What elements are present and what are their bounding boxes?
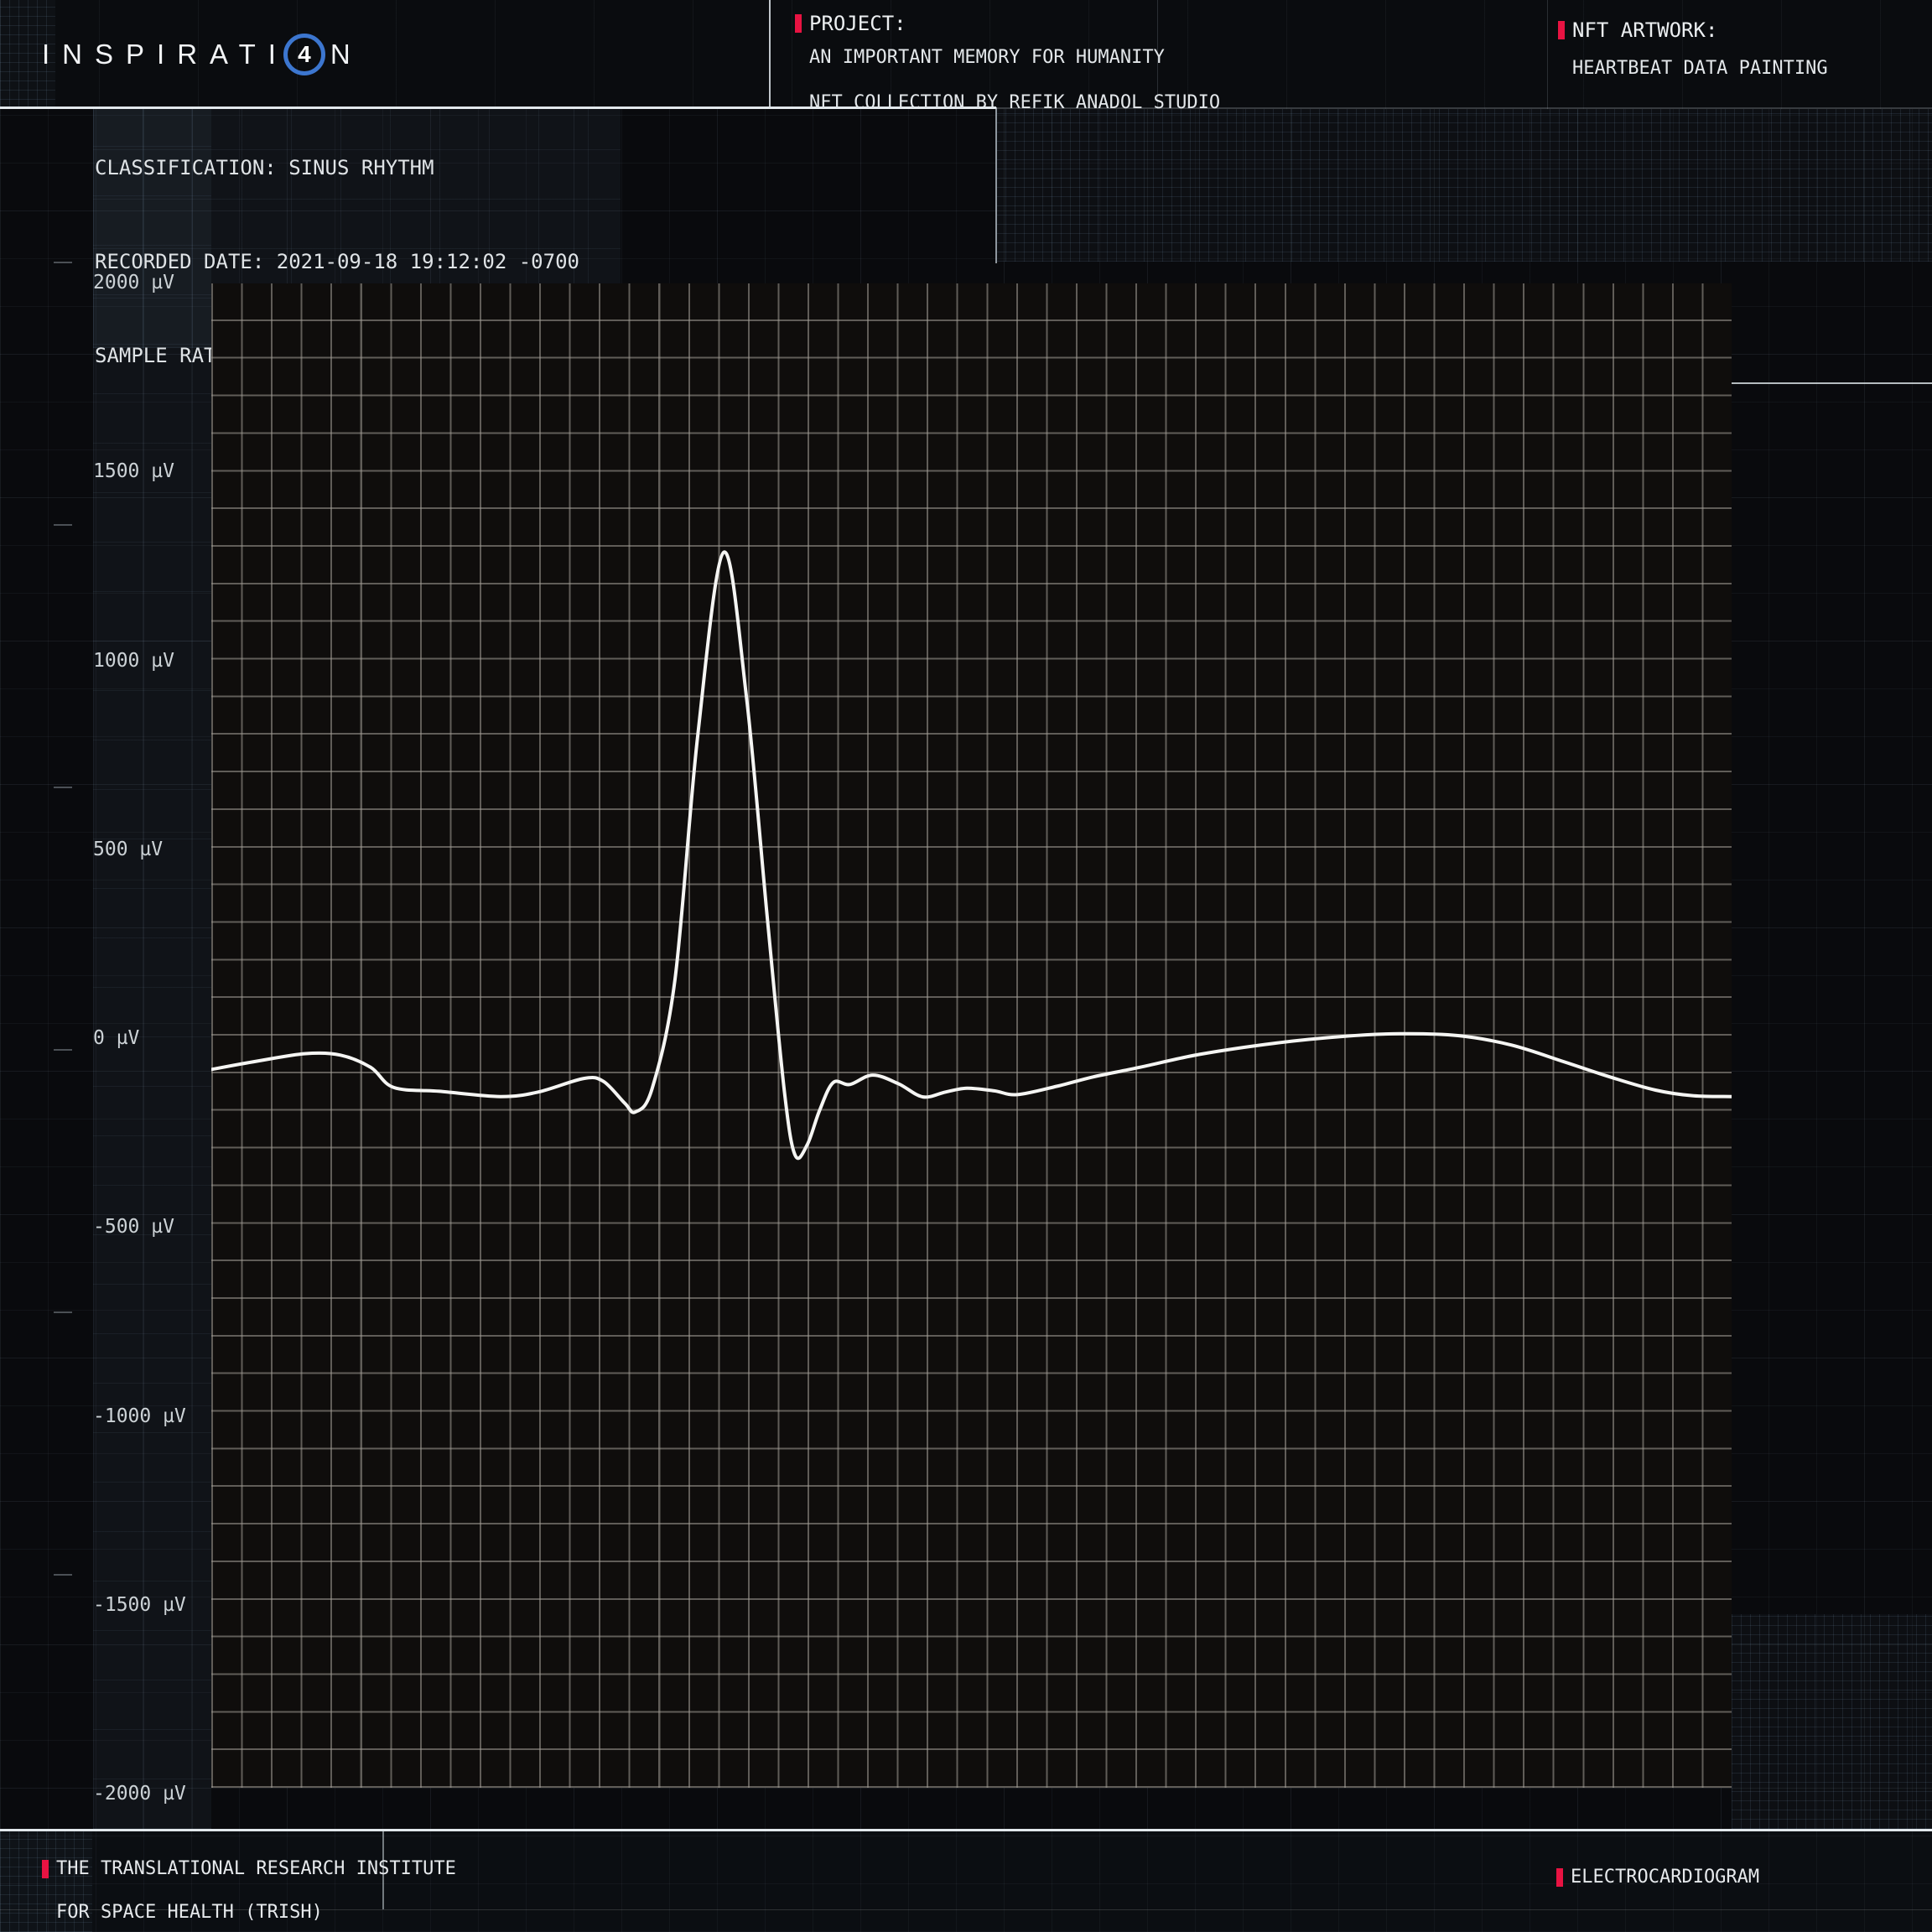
ecg-trace (211, 283, 1732, 1788)
artwork-label-row: NFT ARTWORK: (1558, 18, 1828, 42)
trish-line1: THE TRANSLATIONAL RESEARCH INSTITUTE (56, 1858, 456, 1879)
edge-tick (54, 262, 72, 263)
y-axis-label: 500 µV (93, 839, 210, 860)
nft-artwork-block: NFT ARTWORK: HEARTBEAT DATA PAINTING (1558, 18, 1828, 80)
bottom-right-fine-grid (1732, 1614, 1932, 1829)
artwork-label: NFT ARTWORK: (1572, 18, 1717, 42)
edge-tick (54, 524, 72, 526)
red-marker-icon (1556, 1868, 1563, 1887)
y-axis-label: 1000 µV (93, 650, 210, 672)
logo-text-left: INSPIRATI (42, 39, 288, 70)
project-label: PROJECT: (809, 12, 906, 35)
artwork-canvas: INSPIRATI4N PROJECT: AN IMPORTANT MEMORY… (0, 0, 1932, 1932)
top-right-fine-grid (996, 109, 1932, 262)
y-axis-label: 2000 µV (93, 272, 210, 293)
red-marker-icon (42, 1860, 49, 1878)
red-marker-icon (1558, 21, 1565, 39)
trish-text: THE TRANSLATIONAL RESEARCH INSTITUTE FOR… (56, 1858, 456, 1924)
ecg-plot-area (211, 283, 1732, 1788)
logo-text-right: N (330, 39, 363, 70)
electrocardiogram-label: ELECTROCARDIOGRAM (1571, 1867, 1759, 1888)
project-block: PROJECT: AN IMPORTANT MEMORY FOR HUMANIT… (795, 12, 1220, 114)
edge-tick (54, 1049, 72, 1051)
header-divider-faint-2 (1547, 0, 1548, 109)
header-divider (769, 0, 771, 109)
header-bar: INSPIRATI4N PROJECT: AN IMPORTANT MEMORY… (0, 0, 1932, 109)
edge-tick (54, 1311, 72, 1313)
ecg-label-block: ELECTROCARDIOGRAM (1556, 1867, 1759, 1888)
project-line1: AN IMPORTANT MEMORY FOR HUMANITY (809, 47, 1165, 68)
inspiration4-logo: INSPIRATI4N (42, 0, 363, 109)
y-axis-label: -2000 µV (93, 1783, 210, 1805)
edge-tick (54, 787, 72, 788)
recorded-date-text: RECORDED DATE: 2021-09-18 19:12:02 -0700 (95, 250, 579, 273)
artwork-title: HEARTBEAT DATA PAINTING (1572, 57, 1828, 80)
project-lines: AN IMPORTANT MEMORY FOR HUMANITY NFT COL… (809, 46, 1220, 114)
logo-circle-4-icon: 4 (283, 34, 325, 75)
y-axis-label: -1500 µV (93, 1594, 210, 1616)
classification-text: CLASSIFICATION: SINUS RHYTHM (95, 156, 434, 179)
y-axis-label: 0 µV (93, 1027, 210, 1049)
footer-bar: THE TRANSLATIONAL RESEARCH INSTITUTE FOR… (0, 1831, 1932, 1932)
y-axis-label: 1500 µV (93, 460, 210, 482)
trish-block: THE TRANSLATIONAL RESEARCH INSTITUTE FOR… (42, 1858, 456, 1924)
y-axis-label: -500 µV (93, 1216, 210, 1238)
edge-tick (54, 1574, 72, 1576)
accent-horizontal-line (1727, 382, 1932, 384)
project-label-row: PROJECT: (795, 12, 1220, 35)
y-axis-label: -1000 µV (93, 1405, 210, 1427)
trish-line2: FOR SPACE HEALTH (TRISH) (56, 1902, 323, 1923)
red-marker-icon (795, 14, 802, 33)
